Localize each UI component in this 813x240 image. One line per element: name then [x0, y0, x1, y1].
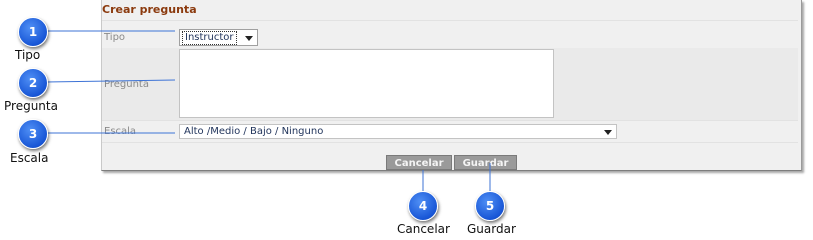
callout-caption-3: Escala — [10, 151, 49, 165]
callout-badge-5: 5 — [475, 191, 505, 221]
callout-badge-1: 1 — [18, 17, 48, 47]
callout-caption-1: Tipo — [15, 48, 41, 62]
callout-badge-4: 4 — [408, 191, 438, 221]
callout-badge-3: 3 — [18, 119, 48, 149]
callout-caption-2: Pregunta — [4, 99, 58, 113]
callout-badge-2: 2 — [18, 68, 48, 98]
callout-caption-5: Guardar — [467, 222, 516, 236]
callout-caption-4: Cancelar — [397, 222, 450, 236]
callout-lines — [45, 30, 491, 191]
